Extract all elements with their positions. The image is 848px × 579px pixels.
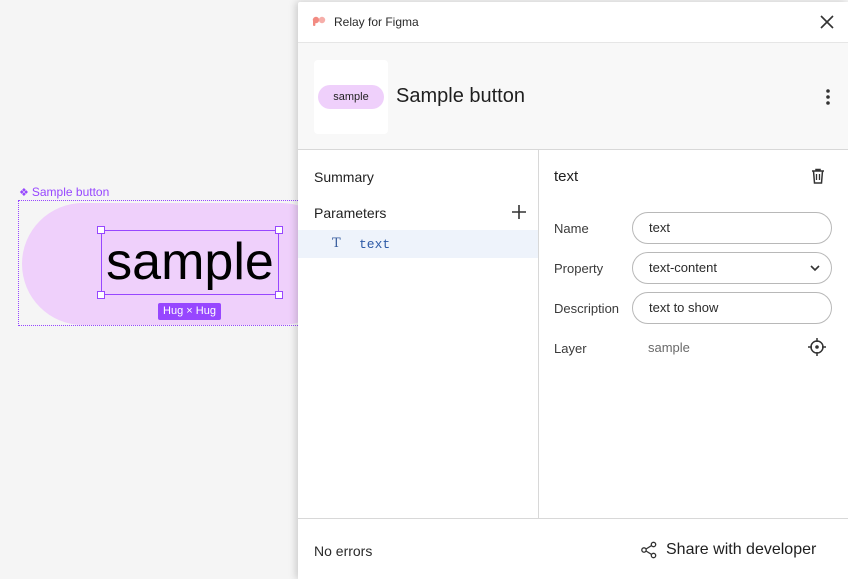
chevron-down-icon	[810, 265, 820, 272]
plugin-titlebar: Relay for Figma	[298, 2, 848, 43]
add-parameter-icon[interactable]	[510, 203, 528, 221]
share-with-developer-button[interactable]: Share with developer	[640, 539, 816, 561]
layer-label: Layer	[554, 341, 587, 356]
more-vert-icon[interactable]	[818, 86, 838, 108]
crosshair-icon[interactable]	[807, 337, 827, 357]
component-name: Sample button	[396, 85, 525, 107]
frame-label-text: Sample button	[31, 185, 110, 199]
description-field[interactable]: text to show	[632, 292, 832, 324]
share-icon	[641, 541, 657, 559]
resize-handle-bottom-right[interactable]	[275, 291, 283, 299]
component-thumbnail: sample	[314, 60, 388, 134]
name-field[interactable]: text	[632, 212, 832, 244]
close-icon[interactable]	[818, 13, 836, 31]
thumbnail-button: sample	[318, 85, 384, 109]
nav-parameters[interactable]: Parameters	[314, 205, 386, 221]
name-label: Name	[554, 221, 589, 236]
panel-footer: No errors Share with developer	[298, 518, 848, 579]
property-select[interactable]: text-content	[632, 252, 832, 284]
plugin-title: Relay for Figma	[334, 15, 419, 29]
navigation-pane: Summary Parameters T text	[298, 150, 539, 518]
parameter-detail-pane: text Name text Property text-content Des…	[539, 150, 848, 518]
component-icon: ❖	[19, 186, 29, 199]
trash-icon[interactable]	[809, 167, 827, 185]
component-header: sample Sample button	[298, 43, 848, 150]
resize-handle-top-right[interactable]	[275, 226, 283, 234]
property-select-value: text-content	[649, 260, 717, 275]
nav-summary[interactable]: Summary	[314, 169, 374, 185]
share-label: Share with developer	[666, 541, 817, 558]
hug-size-badge: Hug × Hug	[158, 303, 221, 320]
parameter-detail-title: text	[554, 168, 579, 185]
frame-label[interactable]: ❖ Sample button	[19, 185, 109, 199]
error-status: No errors	[314, 543, 373, 559]
relay-logo-icon	[312, 16, 326, 26]
relay-plugin-panel: Relay for Figma sample Sample button Sum…	[298, 2, 848, 579]
parameter-item-label: text	[359, 237, 391, 252]
resize-handle-bottom-left[interactable]	[97, 291, 105, 299]
parameter-item-text[interactable]: T text	[298, 230, 538, 258]
description-label: Description	[554, 301, 620, 316]
layer-value: sample	[648, 340, 690, 355]
text-type-icon: T	[332, 236, 341, 251]
resize-handle-top-left[interactable]	[97, 226, 105, 234]
component-text-layer[interactable]: sample	[101, 230, 279, 295]
property-label: Property	[554, 261, 604, 276]
